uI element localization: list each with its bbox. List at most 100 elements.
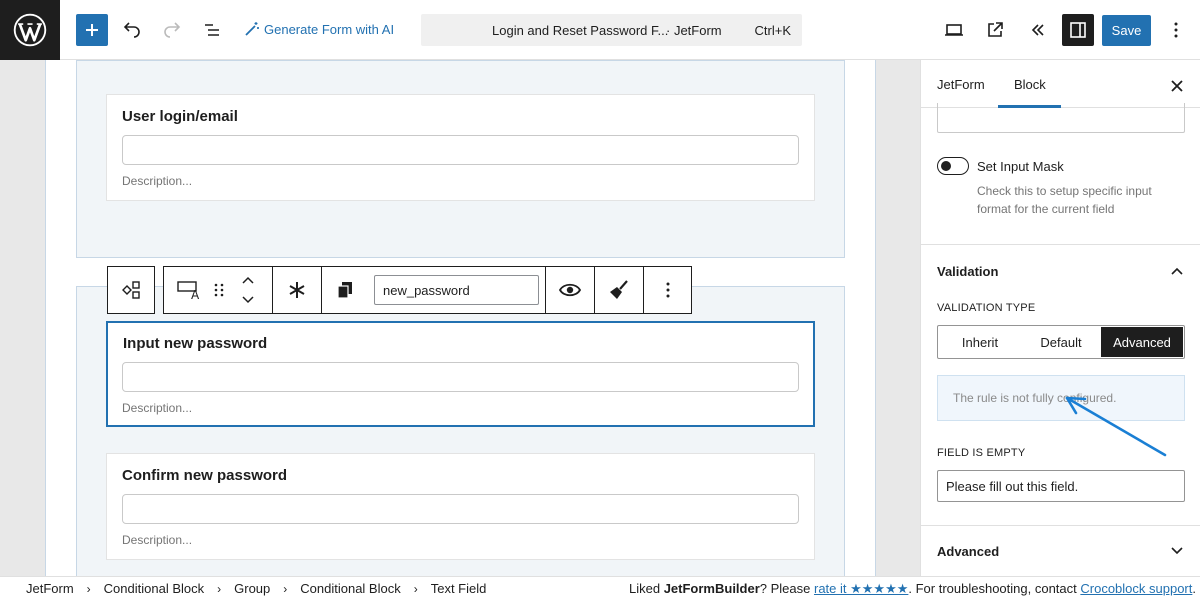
close-icon <box>1171 80 1183 92</box>
external-link-icon <box>988 22 1003 37</box>
toolbar-divider <box>321 267 322 313</box>
required-toggle-button[interactable] <box>273 267 321 313</box>
chevron-down-icon <box>1171 547 1183 555</box>
breadcrumb-item[interactable]: Conditional Block <box>104 581 204 596</box>
field-name-input[interactable] <box>374 275 539 305</box>
text-input[interactable] <box>122 362 799 392</box>
redo-icon <box>164 22 181 38</box>
text-input[interactable] <box>122 135 799 165</box>
parent-block-selector[interactable] <box>107 266 155 314</box>
chevron-down-icon <box>242 296 254 304</box>
svg-text:A: A <box>191 288 200 301</box>
view-post-button[interactable] <box>979 14 1011 46</box>
generate-ai-label: Generate Form with AI <box>264 21 395 37</box>
more-vertical-icon <box>666 282 670 298</box>
field-user-login[interactable]: User login/email Description... <box>106 94 815 201</box>
more-vertical-icon <box>1174 22 1178 38</box>
breadcrumb-item-current: Text Field <box>430 581 487 596</box>
sidebar-tabs: JetForm Block <box>921 60 1200 108</box>
drag-handle-icon[interactable] <box>208 267 230 313</box>
list-view-icon <box>205 24 219 36</box>
validation-panel-title[interactable]: Validation <box>937 264 998 279</box>
save-button[interactable]: Save <box>1102 15 1151 46</box>
breadcrumb-item[interactable]: JetForm <box>26 581 74 596</box>
advanced-panel-toggle[interactable] <box>1165 539 1189 563</box>
chevrons-left-icon <box>1031 24 1044 36</box>
field-new-password[interactable]: Input new password Description... <box>106 321 815 427</box>
chevron-right-icon: › <box>217 581 222 596</box>
validation-notice: The rule is not fully configured. <box>937 375 1185 421</box>
move-up-button[interactable] <box>236 269 260 291</box>
field-label: User login/email <box>122 108 238 125</box>
footer-text: ? Please <box>759 581 814 596</box>
asterisk-icon <box>289 282 305 298</box>
advanced-panel-title[interactable]: Advanced <box>937 544 999 559</box>
block-toolbar: A <box>163 266 692 314</box>
field-empty-label: FIELD IS EMPTY <box>937 447 1026 459</box>
settings-input[interactable] <box>937 103 1185 133</box>
settings-sidebar-toggle[interactable] <box>1062 14 1094 46</box>
eye-icon <box>559 283 581 297</box>
breadcrumb-item[interactable]: Group <box>234 581 270 596</box>
validation-panel-toggle[interactable] <box>1165 259 1189 283</box>
panel-divider <box>921 244 1200 245</box>
field-confirm-password[interactable]: Confirm new password Description... <box>106 453 815 560</box>
tab-block[interactable]: Block <box>1014 77 1046 92</box>
move-down-button[interactable] <box>236 289 260 311</box>
text-input[interactable] <box>122 494 799 524</box>
validation-option-default[interactable]: Default <box>1022 326 1100 358</box>
plus-icon <box>86 24 98 36</box>
chevron-right-icon: › <box>86 581 91 596</box>
redo-button[interactable] <box>156 14 188 46</box>
undo-button[interactable] <box>116 14 148 46</box>
support-link[interactable]: Crocoblock support <box>1080 581 1192 596</box>
chevron-up-icon <box>1171 267 1183 275</box>
breadcrumb-item[interactable]: Conditional Block <box>300 581 400 596</box>
validation-type-label: VALIDATION TYPE <box>937 302 1036 314</box>
rate-link[interactable]: rate it ★★★★★ <box>814 581 908 596</box>
preview-device-button[interactable] <box>938 14 970 46</box>
chevron-up-icon <box>242 276 254 284</box>
copy-name-button[interactable] <box>327 267 363 313</box>
footer-text: . For troubleshooting, contact <box>908 581 1081 596</box>
close-sidebar-button[interactable] <box>1165 74 1189 98</box>
text-field-block-icon[interactable]: A <box>168 267 212 313</box>
settings-sidebar: JetForm Block Set Input Mask Check this … <box>920 60 1200 576</box>
visibility-button[interactable] <box>546 267 594 313</box>
command-center-bar[interactable]: Login and Reset Password F... · JetForm … <box>421 14 802 46</box>
copy-icon <box>337 282 352 299</box>
sanitize-button[interactable] <box>595 267 643 313</box>
validation-option-inherit[interactable]: Inherit <box>938 326 1022 358</box>
document-title: Login and Reset Password F... <box>492 23 669 38</box>
input-mask-toggle[interactable] <box>937 157 969 175</box>
block-inserter-button[interactable] <box>76 14 108 46</box>
footer-text: Liked <box>629 581 664 596</box>
tab-jetform[interactable]: JetForm <box>937 77 985 92</box>
document-overview-button[interactable] <box>196 14 228 46</box>
validation-type-selector: Inherit Default Advanced <box>937 325 1185 359</box>
conditional-block-icon[interactable] <box>108 267 154 313</box>
footer-message: Liked JetFormBuilder? Please rate it ★★★… <box>629 581 1196 597</box>
footer-brand: JetFormBuilder <box>663 581 760 596</box>
broom-icon <box>610 280 628 299</box>
sidebar-icon <box>1070 22 1086 38</box>
block-options-button[interactable] <box>644 267 692 313</box>
chevron-right-icon: › <box>413 581 418 596</box>
options-menu-button[interactable] <box>1160 14 1192 46</box>
document-type: · JetForm <box>666 23 722 38</box>
collapse-panels-button[interactable] <box>1022 14 1054 46</box>
chevron-right-icon: › <box>283 581 288 596</box>
undo-icon <box>123 22 140 38</box>
editor-canvas: User login/email Description... A new_pa… <box>0 60 920 576</box>
validation-option-advanced[interactable]: Advanced <box>1101 327 1183 357</box>
wordpress-logo-icon[interactable] <box>0 0 60 60</box>
breadcrumb: JetForm › Conditional Block › Group › Co… <box>26 581 486 596</box>
generate-form-ai-button[interactable]: Generate Form with AI <box>244 21 394 37</box>
field-description: Description... <box>122 174 193 188</box>
field-empty-message-input[interactable] <box>937 470 1185 502</box>
editor-footer: JetForm › Conditional Block › Group › Co… <box>0 576 1200 600</box>
field-label: Confirm new password <box>122 467 288 484</box>
footer-text: . <box>1192 581 1196 596</box>
panel-divider <box>921 525 1200 526</box>
field-description: Description... <box>122 533 193 547</box>
